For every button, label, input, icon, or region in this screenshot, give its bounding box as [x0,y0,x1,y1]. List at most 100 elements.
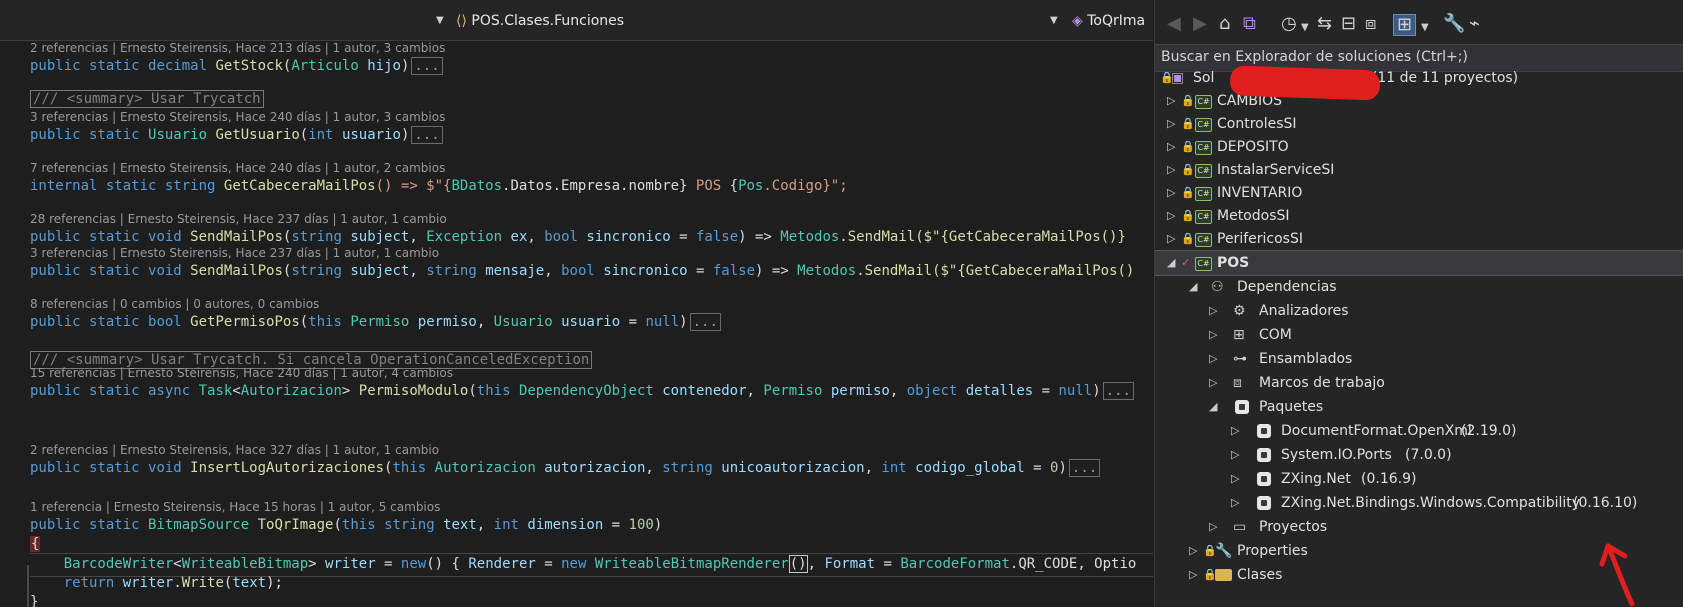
chevron-down-icon[interactable]: ▼ [436,10,444,32]
expand-arrow-icon[interactable]: ▷ [1209,299,1217,323]
punct: ) => [755,263,798,279]
summary-comment-line[interactable]: /// <summary> Usar Trycatch [30,89,264,109]
expand-arrow-icon[interactable]: ▷ [1209,347,1217,371]
expand-arrow-icon[interactable]: ▷ [1209,323,1217,347]
expand-arrow-icon[interactable]: ▷ [1167,135,1175,159]
expand-arrow-icon[interactable]: ▷ [1189,539,1197,563]
codelens-info[interactable]: 3 referencias | Ernesto Steirensis, Hace… [30,110,445,124]
analyzers-icon: ⚙ [1233,303,1246,319]
preview-icon[interactable]: ⌁ [1469,14,1480,34]
code-tail: ($"{GetCabeceraMailPos()} [915,229,1126,245]
code-editor[interactable]: ▼ ⟨⟩ POS.Clases.Funciones ▼ ◈ ToQrIma 2 … [0,0,1153,607]
code-line[interactable]: public static void SendMailPos(string su… [30,227,1126,247]
keyword: public static [30,460,140,476]
collapse-all-icon[interactable]: ⊟ [1341,14,1356,34]
expand-arrow-icon[interactable]: ▷ [1167,158,1175,182]
code-line[interactable]: internal static string GetCabeceraMailPo… [30,176,848,196]
dependency-item[interactable]: ▷ ⊞ COM [1155,323,1683,347]
project-references-node[interactable]: ▷ ▭ Proyectos [1155,515,1683,539]
collapsed-block-button[interactable]: ... [411,57,443,75]
back-icon[interactable]: ◀ [1167,14,1181,34]
expand-arrow-icon[interactable]: ▷ [1209,371,1217,395]
param-name: autorizacion [544,460,646,476]
code-line[interactable]: public static Usuario GetUsuario(int usu… [30,125,443,145]
collapse-arrow-icon[interactable]: ◢ [1167,251,1175,275]
punct: ) [1092,383,1101,399]
collapsed-summary[interactable]: /// <summary> Usar Trycatch [30,90,264,108]
project-node[interactable]: ▷ 🔒 C# InstalarServiceSI [1155,158,1683,182]
expand-arrow-icon[interactable]: ▷ [1167,89,1175,113]
expand-arrow-icon[interactable]: ▷ [1231,419,1239,443]
code-line[interactable]: public static BitmapSource ToQrImage(thi… [30,515,662,535]
collapsed-block-button[interactable]: ... [1068,459,1101,477]
expand-arrow-icon[interactable]: ▷ [1189,563,1197,587]
collapsed-block-button[interactable]: ... [1102,382,1134,400]
collapse-arrow-icon[interactable]: ◢ [1189,275,1197,299]
codelens-info[interactable]: 7 referencias | Ernesto Steirensis, Hace… [30,161,445,175]
keyword: false [712,263,756,279]
punct: , [476,517,494,533]
chevron-down-icon[interactable]: ▼ [1301,18,1309,38]
expand-arrow-icon[interactable]: ▷ [1209,515,1217,539]
view-filter-icon[interactable]: ⊞ [1393,14,1417,36]
package-item[interactable]: ▷ System.IO.Ports (7.0.0) [1155,443,1683,467]
punct: ( [468,383,477,399]
code-line[interactable]: public static async Task<Autorizacion> P… [30,381,1134,401]
package-item[interactable]: ▷ DocumentFormat.OpenXml (2.19.0) [1155,419,1683,443]
project-node[interactable]: ▷ 🔒 C# INVENTARIO [1155,181,1683,205]
member-scope-dropdown[interactable]: ⟨⟩ POS.Clases.Funciones [456,10,624,32]
expand-arrow-icon[interactable]: ▷ [1167,181,1175,205]
expand-arrow-icon[interactable]: ▷ [1167,204,1175,228]
dependency-item[interactable]: ▷ ⊶ Ensamblados [1155,347,1683,371]
code-line[interactable]: { [30,534,41,554]
code-line[interactable]: BarcodeWriter<WriteableBitmap> writer = … [30,554,1136,574]
project-node-selected[interactable]: ◢ ✓ C# POS [1155,250,1683,276]
expand-arrow-icon[interactable]: ▷ [1167,112,1175,136]
code-line[interactable]: } [30,592,38,607]
expand-arrow-icon[interactable]: ▷ [1231,443,1239,467]
punct: ) [653,517,663,533]
home-icon[interactable]: ⌂ [1219,14,1230,34]
pending-changes-icon[interactable]: ◷ [1281,14,1297,34]
keyword: public static [30,58,140,74]
forward-icon[interactable]: ▶ [1193,14,1207,34]
project-node[interactable]: ▷ 🔒 C# PerifericosSI [1155,227,1683,251]
project-node[interactable]: ▷ 🔒 C# DEPOSITO [1155,135,1683,159]
collapsed-block-button[interactable]: ... [689,313,721,331]
type-name: BitmapSource [148,517,250,533]
packages-node[interactable]: ◢ Paquetes [1155,395,1683,419]
code-line[interactable]: public static void InsertLogAutorizacion… [30,458,1101,478]
code-line[interactable]: public static void SendMailPos(string su… [30,261,1134,281]
chevron-down-icon[interactable]: ▼ [1050,10,1058,32]
expand-arrow-icon[interactable]: ▷ [1167,227,1175,251]
method-scope-dropdown[interactable]: ◈ ToQrIma [1072,10,1145,32]
dependency-item[interactable]: ▷ ⚙ Analizadores [1155,299,1683,323]
param-name: ex [510,229,528,245]
codelens-info[interactable]: 28 referencias | Ernesto Steirensis, Hac… [30,212,447,226]
package-item[interactable]: ▷ ZXing.Net.Bindings.Windows.Compatibili… [1155,491,1683,515]
code-line[interactable]: public static decimal GetStock(Articulo … [30,56,443,76]
codelens-info[interactable]: 3 referencias | Ernesto Steirensis, Hace… [30,246,439,260]
properties-wrench-icon[interactable]: 🔧 [1443,14,1465,34]
chevron-down-icon[interactable]: ▼ [1421,18,1429,38]
sync-icon[interactable]: ⇆ [1317,14,1332,34]
codelens-info[interactable]: 8 referencias | 0 cambios | 0 autores, 0… [30,297,319,311]
package-item[interactable]: ▷ ZXing.Net (0.16.9) [1155,467,1683,491]
expand-arrow-icon[interactable]: ▷ [1231,491,1239,515]
show-all-files-icon[interactable]: ⧈ [1365,14,1376,34]
collapsed-block-button[interactable]: ... [411,126,443,144]
punct: ) [679,314,688,330]
codelens-info[interactable]: 2 referencias | Ernesto Steirensis, Hace… [30,41,445,55]
project-node[interactable]: ▷ 🔒 C# ControlesSI [1155,112,1683,136]
dependencies-node[interactable]: ◢ ⚇ Dependencias [1155,275,1683,299]
codelens-info[interactable]: 15 referencias | Ernesto Steirensis, Hac… [30,366,453,380]
dependency-item[interactable]: ▷ ⧈ Marcos de trabajo [1155,371,1683,395]
switch-view-icon[interactable]: ⧉ [1243,14,1256,34]
code-line[interactable]: return writer.Write(text); [30,573,283,593]
code-line[interactable]: public static bool GetPermisoPos(this Pe… [30,312,721,332]
expand-arrow-icon[interactable]: ▷ [1231,467,1239,491]
project-node[interactable]: ▷ 🔒 C# MetodosSI [1155,204,1683,228]
codelens-info[interactable]: 1 referencia | Ernesto Steirensis, Hace … [30,500,440,514]
codelens-info[interactable]: 2 referencias | Ernesto Steirensis, Hace… [30,443,439,457]
collapse-arrow-icon[interactable]: ◢ [1209,395,1217,419]
